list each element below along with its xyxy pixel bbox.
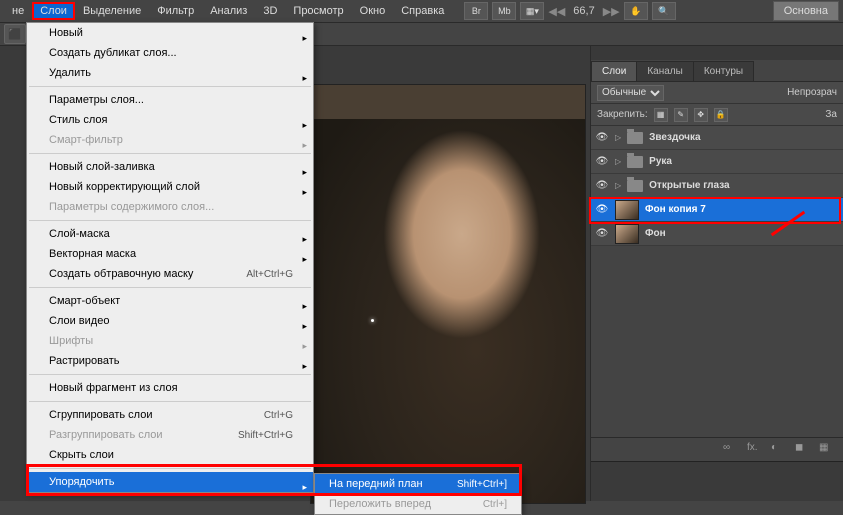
lock-all-icon[interactable]: 🔒 xyxy=(714,108,728,122)
disclosure-icon[interactable]: ▷ xyxy=(615,157,621,166)
layer-name[interactable]: Фон копия 7 xyxy=(645,204,706,215)
menu-item-view[interactable]: Просмотр xyxy=(285,2,351,20)
bridge-button[interactable]: Br xyxy=(464,2,488,20)
menu-item[interactable]: Новый xyxy=(27,23,313,43)
document-window[interactable] xyxy=(310,84,586,504)
layers-menu-dropdown: НовыйСоздать дубликат слоя...Удалить Пара… xyxy=(26,22,314,493)
opacity-label: Непрозрач xyxy=(787,87,837,98)
layer-thumbnail[interactable] xyxy=(615,224,639,244)
visibility-icon[interactable]: 👁 xyxy=(595,179,609,193)
zoom-value[interactable]: 66,7 xyxy=(573,5,594,17)
menu-item-layers[interactable]: Слои xyxy=(32,2,75,20)
menu-item[interactable]: Удалить xyxy=(27,63,313,83)
option-icon-1[interactable]: ⬛ xyxy=(4,24,26,44)
menu-item-filter[interactable]: Фильтр xyxy=(149,2,202,20)
tab-channels[interactable]: Каналы xyxy=(636,61,694,81)
visibility-icon[interactable]: 👁 xyxy=(595,227,609,241)
menu-item[interactable]: Слой-маска xyxy=(27,224,313,244)
menu-item[interactable]: Создать обтравочную маскуAlt+Ctrl+G xyxy=(27,264,313,284)
screen-mode-button[interactable]: ▦▾ xyxy=(520,2,544,20)
menu-item-window[interactable]: Окно xyxy=(352,2,394,20)
tab-layers[interactable]: Слои xyxy=(591,61,637,81)
layer-row[interactable]: 👁 ▷ Открытые глаза xyxy=(591,174,843,198)
blend-mode-select[interactable]: Обычные xyxy=(597,85,664,101)
layer-row[interactable]: 👁 Фон копия 7 xyxy=(591,198,843,222)
lock-label: Закрепить: xyxy=(597,109,648,120)
menu-item: Параметры содержимого слоя... xyxy=(27,197,313,217)
layer-row[interactable]: 👁 ▷ Рука xyxy=(591,150,843,174)
adjustment-icon[interactable]: ◼ xyxy=(795,442,811,456)
submenu-item[interactable]: На передний планShift+Ctrl+] xyxy=(315,474,521,494)
fx-icon[interactable]: fx. xyxy=(747,442,763,456)
menu-item[interactable]: Векторная маска xyxy=(27,244,313,264)
menu-item[interactable]: Скрыть слои xyxy=(27,445,313,465)
menu-item[interactable]: Упорядочить xyxy=(27,472,313,492)
lock-row: Закрепить: ▦ ✎ ✥ 🔒 За xyxy=(591,104,843,126)
menu-bar: не Слои Выделение Фильтр Анализ 3D Просм… xyxy=(0,0,843,22)
menu-item[interactable]: Параметры слоя... xyxy=(27,90,313,110)
menu-item-analysis[interactable]: Анализ xyxy=(202,2,255,20)
workspace-button[interactable]: Основна xyxy=(773,1,839,21)
mask-icon[interactable]: ◐ xyxy=(771,442,787,456)
menu-item[interactable]: Новый корректирующий слой xyxy=(27,177,313,197)
layer-name[interactable]: Звездочка xyxy=(649,132,700,143)
folder-icon xyxy=(627,132,643,144)
layer-row[interactable]: 👁 Фон xyxy=(591,222,843,246)
blend-mode-row: Обычные Непрозрач xyxy=(591,82,843,104)
menu-item[interactable]: Создать дубликат слоя... xyxy=(27,43,313,63)
hand-tool-button[interactable]: ✋ xyxy=(624,2,648,20)
menu-item[interactable]: Растрировать xyxy=(27,351,313,371)
panels-column: Слои Каналы Контуры Обычные Непрозрач За… xyxy=(590,46,843,501)
submenu-item: Переложить впередCtrl+] xyxy=(315,494,521,514)
lock-transparency-icon[interactable]: ▦ xyxy=(654,108,668,122)
menu-item[interactable]: Смарт-объект xyxy=(27,291,313,311)
image-content xyxy=(311,119,585,503)
menu-item-help[interactable]: Справка xyxy=(393,2,452,20)
lock-move-icon[interactable]: ✥ xyxy=(694,108,708,122)
menu-item[interactable]: Стиль слоя xyxy=(27,110,313,130)
zoom-left-icon[interactable]: ◀◀ xyxy=(548,5,565,18)
menu-item: Смарт-фильтр xyxy=(27,130,313,150)
tab-paths[interactable]: Контуры xyxy=(693,61,754,81)
panel-tabs: Слои Каналы Контуры xyxy=(591,60,843,82)
menu-item[interactable]: Сгруппировать слоиCtrl+G xyxy=(27,405,313,425)
layer-thumbnail[interactable] xyxy=(615,200,639,220)
visibility-icon[interactable]: 👁 xyxy=(595,131,609,145)
disclosure-icon[interactable]: ▷ xyxy=(615,133,621,142)
group-icon[interactable]: ▦ xyxy=(819,442,835,456)
link-layers-icon[interactable]: ∞ xyxy=(723,442,739,456)
menu-item-select[interactable]: Выделение xyxy=(75,2,149,20)
visibility-icon[interactable]: 👁 xyxy=(595,155,609,169)
layers-panel-footer: ∞ fx. ◐ ◼ ▦ xyxy=(591,437,843,459)
menu-item-cut[interactable]: не xyxy=(4,2,32,20)
disclosure-icon[interactable]: ▷ xyxy=(615,181,621,190)
minibridge-button[interactable]: Mb xyxy=(492,2,516,20)
arrange-submenu: На передний планShift+Ctrl+]Переложить в… xyxy=(314,473,522,515)
menu-item[interactable]: Слои видео xyxy=(27,311,313,331)
folder-icon xyxy=(627,180,643,192)
layer-row[interactable]: 👁 ▷ Звездочка xyxy=(591,126,843,150)
folder-icon xyxy=(627,156,643,168)
menu-item-3d[interactable]: 3D xyxy=(255,2,285,20)
menu-item: Разгруппировать слоиShift+Ctrl+G xyxy=(27,425,313,445)
lock-brush-icon[interactable]: ✎ xyxy=(674,108,688,122)
zoom-right-icon[interactable]: ▶▶ xyxy=(603,5,620,18)
fill-label: За xyxy=(825,109,837,120)
visibility-icon[interactable]: 👁 xyxy=(595,203,609,217)
layer-name[interactable]: Рука xyxy=(649,156,672,167)
menu-item[interactable]: Новый слой-заливка xyxy=(27,157,313,177)
menu-item[interactable]: Новый фрагмент из слоя xyxy=(27,378,313,398)
zoom-tool-button[interactable]: 🔍 xyxy=(652,2,676,20)
layers-list: 👁 ▷ Звездочка 👁 ▷ Рука 👁 ▷ Открытые глаза 👁 Фон ко… xyxy=(591,126,843,246)
bottom-strip xyxy=(591,461,843,501)
layer-name[interactable]: Открытые глаза xyxy=(649,180,729,191)
layer-name[interactable]: Фон xyxy=(645,228,666,239)
menu-item: Шрифты xyxy=(27,331,313,351)
